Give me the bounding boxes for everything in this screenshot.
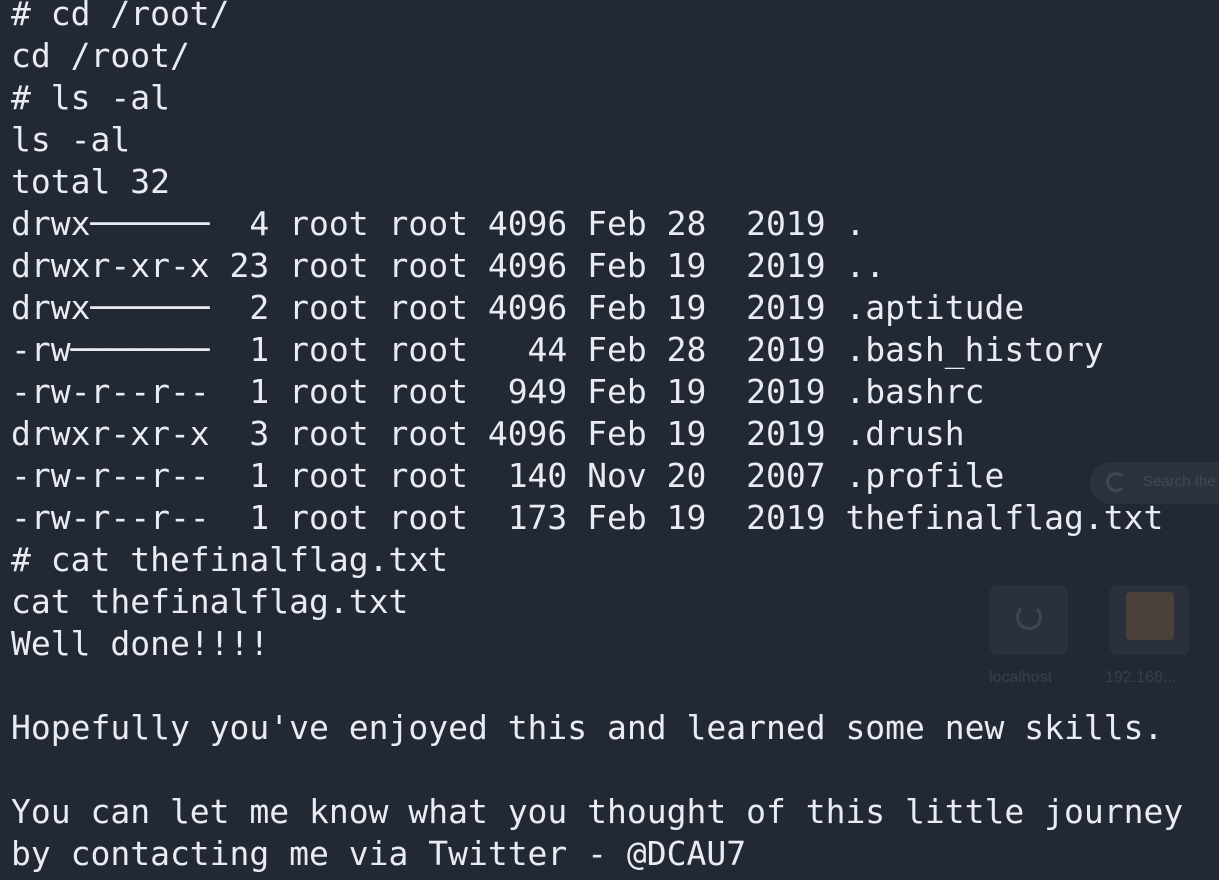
terminal-line: total 32 (11, 162, 170, 201)
terminal-line: ls -al (11, 120, 131, 159)
terminal-line: -rw-r--r-- 1 root root 949 Feb 19 2019 .… (11, 372, 985, 411)
terminal-output[interactable]: # cd /root/ cd /root/ # ls -al ls -al to… (11, 0, 1183, 875)
terminal-line: Well done!!!! (11, 624, 270, 663)
terminal-line: # cat thefinalflag.txt (11, 540, 449, 579)
terminal-line: # ls -al (11, 78, 170, 117)
terminal-line: cd /root/ (11, 36, 190, 75)
terminal-line: cat thefinalflag.txt (11, 582, 409, 621)
terminal-window[interactable]: Search the localhost 192.168... # cd /ro… (0, 0, 1219, 880)
terminal-line: drwxr-xr-x 3 root root 4096 Feb 19 2019 … (11, 414, 965, 453)
terminal-line: drwx────── 4 root root 4096 Feb 28 2019 … (11, 204, 866, 243)
terminal-line: -rw─────── 1 root root 44 Feb 28 2019 .b… (11, 330, 1104, 369)
terminal-line: -rw-r--r-- 1 root root 140 Nov 20 2007 .… (11, 456, 1005, 495)
terminal-line: by contacting me via Twitter - @DCAU7 (11, 834, 747, 873)
terminal-line: You can let me know what you thought of … (11, 792, 1184, 831)
terminal-line: drwx────── 2 root root 4096 Feb 19 2019 … (11, 288, 1025, 327)
terminal-line: -rw-r--r-- 1 root root 173 Feb 19 2019 t… (11, 498, 1164, 537)
terminal-line: drwxr-xr-x 23 root root 4096 Feb 19 2019… (11, 246, 886, 285)
terminal-line: # cd /root/ (11, 0, 230, 33)
terminal-line: Hopefully you've enjoyed this and learne… (11, 708, 1164, 747)
